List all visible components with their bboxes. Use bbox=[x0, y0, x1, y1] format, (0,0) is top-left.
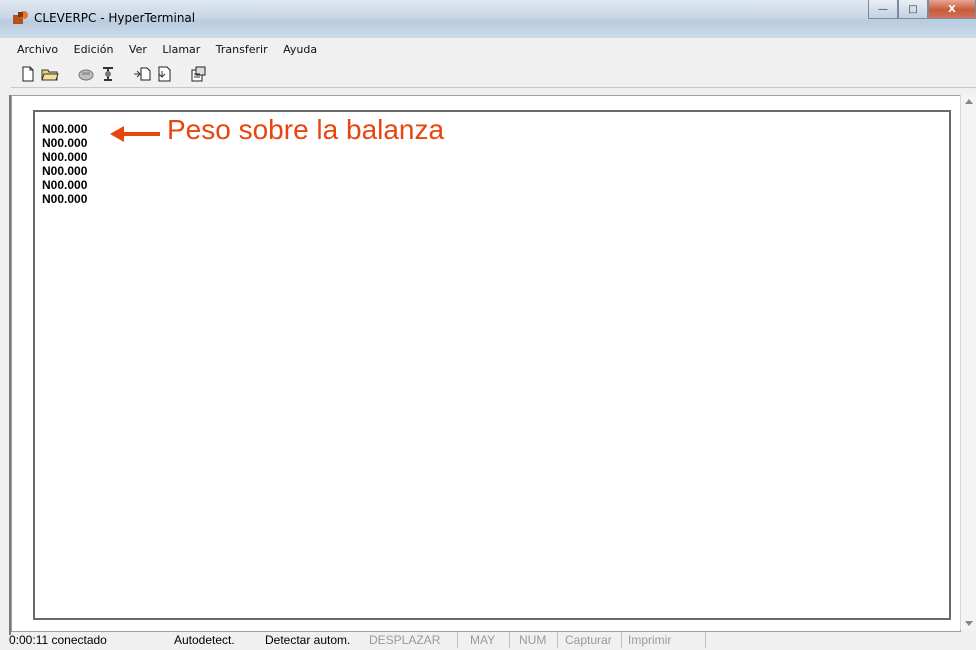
status-capture: Capturar bbox=[565, 633, 612, 647]
close-button[interactable]: X bbox=[928, 0, 976, 19]
terminal-line: N00.000 bbox=[42, 136, 88, 150]
send-icon[interactable] bbox=[133, 65, 151, 83]
status-separator bbox=[621, 632, 622, 648]
menu-bar: Archivo Edición Ver Llamar Transferir Ay… bbox=[11, 41, 976, 59]
terminal-output: N00.000 N00.000 N00.000 N00.000 N00.000 … bbox=[42, 122, 87, 206]
receive-icon[interactable] bbox=[155, 65, 173, 83]
status-autodetect: Autodetect. bbox=[174, 633, 235, 647]
menu-edicion[interactable]: Edición bbox=[74, 41, 114, 59]
terminal-line: N00.000 bbox=[42, 122, 88, 136]
menu-transferir[interactable]: Transferir bbox=[216, 41, 268, 59]
terminal-line: N00.000 bbox=[42, 150, 88, 164]
window-controls: — □ X bbox=[868, 0, 976, 20]
terminal-line: N00.000 bbox=[42, 192, 88, 206]
menu-ver[interactable]: Ver bbox=[129, 41, 147, 59]
status-separator bbox=[509, 632, 510, 648]
title-bar: CLEVERPC - HyperTerminal — □ X bbox=[0, 0, 976, 38]
hyperterminal-app-icon[interactable] bbox=[12, 10, 30, 26]
scroll-down-icon[interactable] bbox=[965, 621, 973, 626]
properties-icon[interactable] bbox=[189, 65, 207, 83]
status-separator bbox=[457, 632, 458, 648]
status-num: NUM bbox=[519, 633, 547, 647]
status-connection: 0:00:11 conectado bbox=[9, 633, 107, 647]
new-connection-icon[interactable] bbox=[19, 65, 37, 83]
status-separator bbox=[557, 632, 558, 648]
status-bar: 0:00:11 conectado Autodetect. Detectar a… bbox=[9, 630, 976, 650]
annotation-label: Peso sobre la balanza bbox=[167, 114, 445, 145]
toolbar bbox=[11, 61, 976, 88]
status-scroll: DESPLAZAR bbox=[369, 633, 441, 647]
status-print: Imprimir bbox=[628, 633, 672, 647]
maximize-button[interactable]: □ bbox=[898, 0, 928, 19]
open-icon[interactable] bbox=[41, 65, 59, 83]
status-separator bbox=[705, 632, 706, 648]
annotation-arrow-icon bbox=[110, 126, 160, 142]
menu-ayuda[interactable]: Ayuda bbox=[283, 41, 317, 59]
terminal-line: N00.000 bbox=[42, 164, 88, 178]
disconnect-icon[interactable] bbox=[99, 65, 117, 83]
status-caps: MAY bbox=[470, 633, 496, 647]
status-detect: Detectar autom. bbox=[265, 633, 351, 647]
vertical-scrollbar[interactable] bbox=[960, 95, 976, 630]
menu-archivo[interactable]: Archivo bbox=[17, 41, 58, 59]
minimize-button[interactable]: — bbox=[868, 0, 898, 19]
call-icon[interactable] bbox=[77, 65, 95, 83]
menu-llamar[interactable]: Llamar bbox=[162, 41, 200, 59]
scroll-up-icon[interactable] bbox=[965, 99, 973, 104]
window-title: CLEVERPC - HyperTerminal bbox=[34, 11, 196, 25]
terminal-window: N00.000 N00.000 N00.000 N00.000 N00.000 … bbox=[11, 95, 961, 632]
terminal-line: N00.000 bbox=[42, 178, 88, 192]
terminal-display[interactable]: N00.000 N00.000 N00.000 N00.000 N00.000 … bbox=[33, 110, 951, 620]
